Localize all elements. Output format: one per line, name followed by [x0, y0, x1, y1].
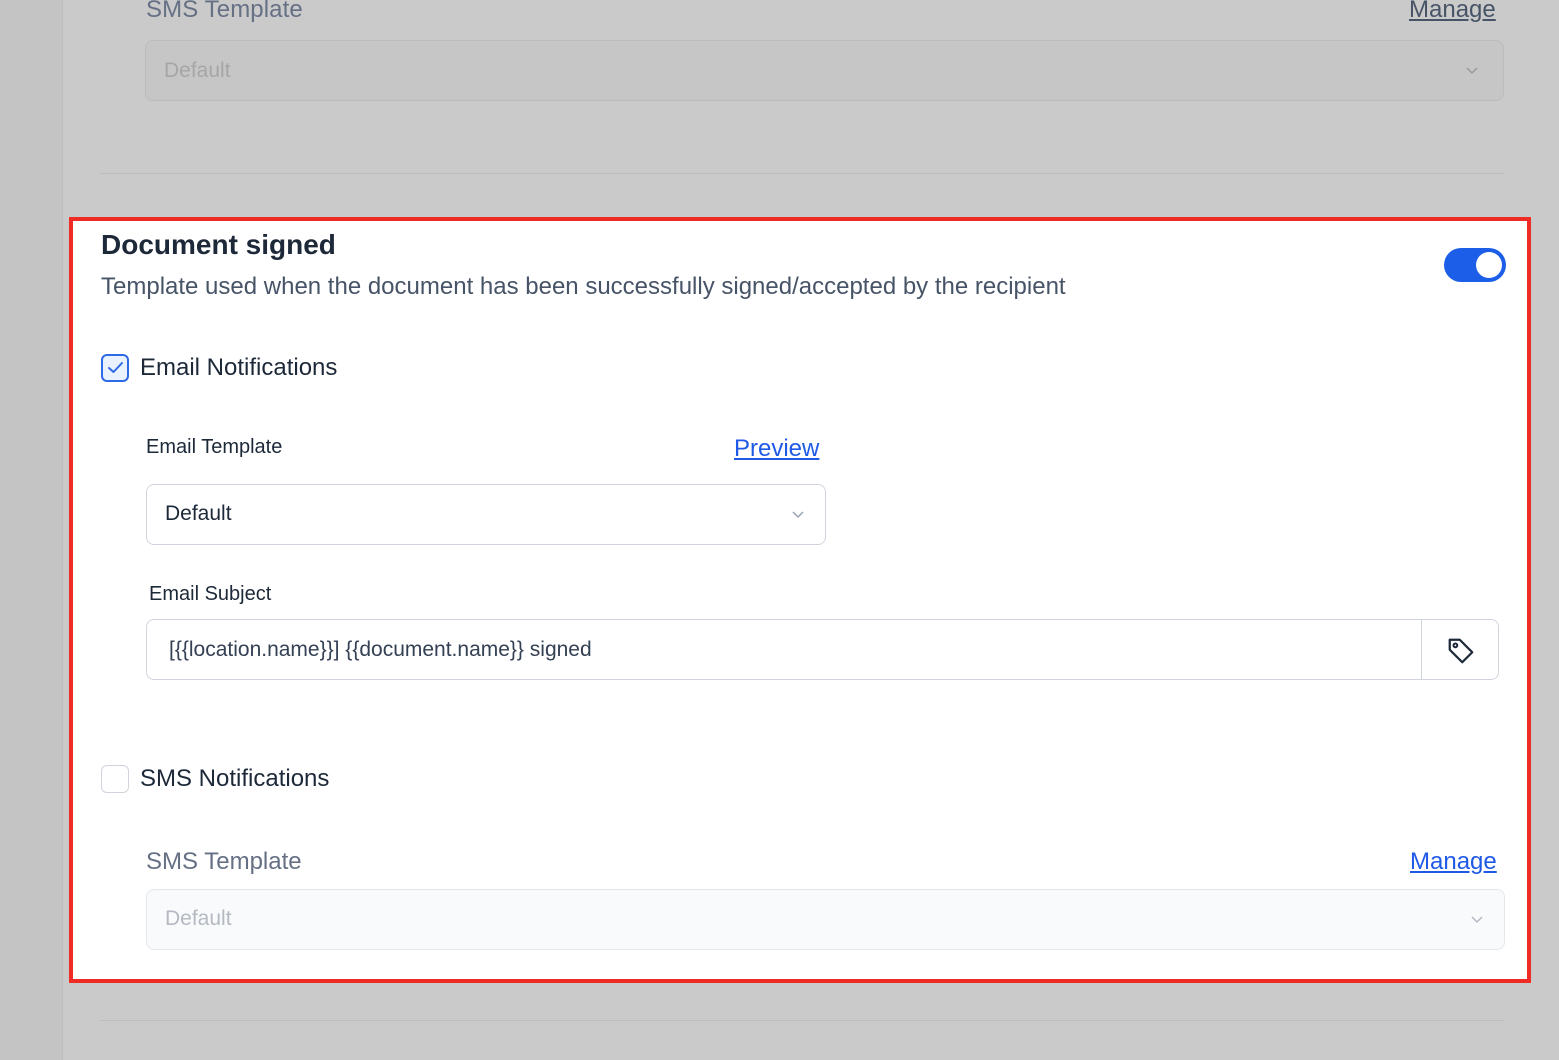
sms-notifications-label: SMS Notifications: [140, 765, 330, 792]
section-divider: [100, 173, 1504, 174]
document-signed-toggle[interactable]: [1444, 248, 1506, 282]
preview-link[interactable]: Preview: [734, 435, 819, 463]
previous-sms-template-select[interactable]: Default: [145, 40, 1504, 101]
manage-link[interactable]: Manage: [1410, 848, 1497, 876]
check-icon: [108, 362, 123, 373]
email-template-select[interactable]: Default: [146, 484, 826, 545]
previous-sms-template-value: Default: [164, 59, 231, 82]
chevron-down-icon: [1471, 916, 1483, 924]
toggle-knob: [1476, 252, 1502, 278]
email-template-value: Default: [165, 502, 232, 525]
tag-icon: [1448, 638, 1474, 664]
chevron-down-icon: [792, 511, 804, 519]
card-title: Document signed: [101, 229, 336, 260]
email-subject-label: Email Subject: [149, 583, 272, 605]
sms-template-label: SMS Template: [146, 848, 302, 875]
previous-sms-template-label: SMS Template: [146, 0, 303, 23]
email-notifications-label: Email Notifications: [140, 354, 338, 381]
section-divider: [100, 1020, 1504, 1021]
email-notifications-checkbox[interactable]: [101, 354, 129, 382]
email-template-label: Email Template: [146, 436, 283, 458]
previous-manage-link[interactable]: Manage: [1409, 0, 1496, 24]
left-gutter: [0, 0, 63, 1060]
card-description: Template used when the document has been…: [101, 273, 1066, 300]
email-subject-input[interactable]: [146, 619, 1421, 680]
page: SMS Template Manage Default Document sig…: [0, 0, 1559, 1060]
insert-tag-button[interactable]: [1421, 619, 1499, 680]
document-signed-card: Document signed Template used when the d…: [69, 217, 1531, 983]
sms-notifications-checkbox[interactable]: [101, 765, 129, 793]
chevron-down-icon: [1466, 67, 1478, 75]
sms-template-select[interactable]: Default: [146, 889, 1505, 950]
sms-template-value: Default: [165, 907, 232, 930]
